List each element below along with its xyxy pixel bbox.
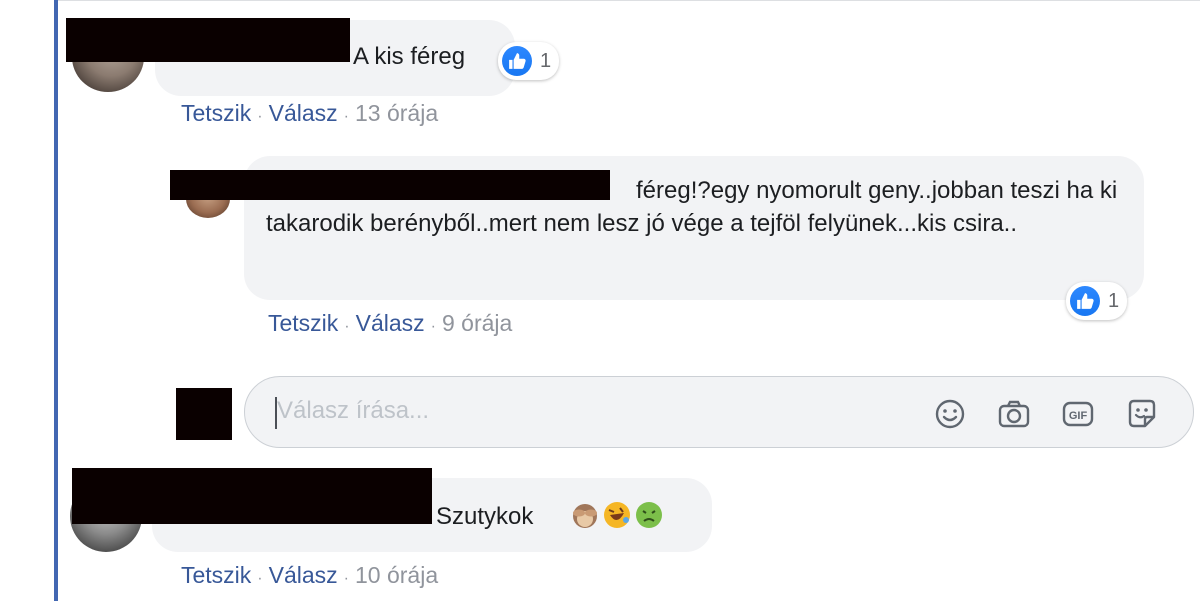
like-link[interactable]: Tetszik	[268, 310, 338, 336]
comment-text: Szutykok	[436, 503, 534, 530]
separator-dot: ·	[257, 108, 263, 125]
rolling-on-floor-laughing-icon	[604, 502, 630, 528]
like-link[interactable]: Tetszik	[181, 562, 251, 588]
separator-dot: ·	[343, 108, 349, 125]
reply-placeholder: Válasz írása...	[277, 397, 430, 424]
thread-indent-line	[54, 0, 58, 601]
redacted-user-avatar	[176, 388, 232, 440]
sticker-icon[interactable]	[1123, 395, 1161, 433]
separator-dot: ·	[430, 318, 436, 335]
emoji-smile-icon[interactable]	[931, 395, 969, 433]
thumbs-up-icon	[1070, 286, 1100, 316]
top-divider	[58, 0, 1200, 1]
separator-dot: ·	[344, 318, 350, 335]
reaction-summary[interactable]: 1	[1066, 282, 1128, 320]
comment-text: A kis féreg	[353, 43, 466, 70]
reaction-count: 1	[540, 49, 552, 72]
svg-text:GIF: GIF	[1069, 410, 1088, 422]
like-link[interactable]: Tetszik	[181, 100, 251, 126]
timestamp[interactable]: 10 órája	[355, 562, 438, 588]
reaction-count: 1	[1108, 289, 1120, 312]
redacted-author-name	[170, 170, 610, 200]
reply-link[interactable]: Válasz	[269, 100, 338, 126]
reaction-summary[interactable]: 1	[498, 42, 560, 80]
separator-dot: ·	[257, 570, 263, 587]
redacted-author-name	[66, 18, 350, 62]
nauseated-face-icon	[636, 502, 662, 528]
comment-actions: Tetszik · Válasz · 9 órája	[268, 310, 512, 337]
emoji-group	[570, 500, 664, 530]
timestamp[interactable]: 13 órája	[355, 100, 438, 126]
thumbs-up-icon	[502, 46, 532, 76]
separator-dot: ·	[343, 570, 349, 587]
redacted-author-name	[72, 468, 432, 524]
comment-actions: Tetszik · Válasz · 10 órája	[181, 562, 438, 589]
comment-actions: Tetszik · Válasz · 13 órája	[181, 100, 438, 127]
gif-icon[interactable]: GIF	[1059, 395, 1097, 433]
reply-link[interactable]: Válasz	[356, 310, 425, 336]
reply-link[interactable]: Válasz	[269, 562, 338, 588]
timestamp[interactable]: 9 órája	[442, 310, 512, 336]
see-no-evil-monkey-icon	[573, 504, 597, 528]
camera-icon[interactable]	[995, 395, 1033, 433]
reply-input[interactable]: Válasz írása... GIF	[244, 376, 1194, 448]
